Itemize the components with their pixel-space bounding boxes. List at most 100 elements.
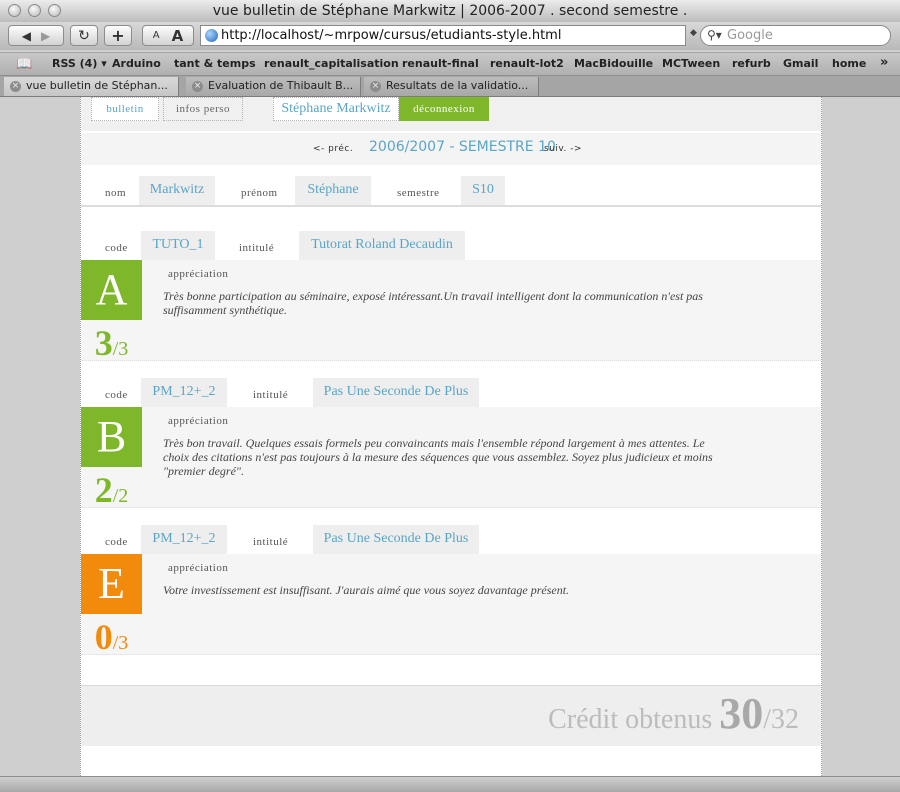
grade-letter: E	[81, 554, 142, 614]
add-bookmark-button[interactable]: +	[104, 25, 132, 46]
bookmark-home[interactable]: home	[832, 57, 866, 70]
bookmarks-overflow-icon[interactable]: »	[880, 55, 888, 70]
grade-letter: A	[81, 260, 142, 320]
bookmark-arduino[interactable]: Arduino	[112, 57, 161, 70]
credit-total: Crédit obtenus 30/32	[548, 688, 799, 739]
close-tab-icon[interactable]: ×	[370, 81, 381, 92]
course-evaluation: A 3/3 appréciation Très bonne participat…	[81, 260, 821, 364]
window-title: vue bulletin de Stéphane Markwitz | 2006…	[212, 3, 688, 19]
search-input[interactable]: ⚲▾ Google	[700, 25, 891, 46]
score-max: /2	[112, 485, 129, 507]
bookmark-macbidouille[interactable]: MacBidouille	[574, 57, 653, 70]
user-name: Stéphane Markwitz	[273, 97, 399, 121]
course-code: TUTO_1	[141, 231, 215, 260]
course-code: PM_12+_2	[141, 378, 227, 407]
appreciation-label: appréciation	[168, 415, 229, 427]
appreciation-text: Très bonne participation au séminaire, e…	[163, 289, 703, 317]
course-title: Pas Une Seconde De Plus	[313, 378, 479, 407]
bookmark-tant-temps[interactable]: tant & temps	[174, 57, 256, 70]
tab-label: Evaluation de Thibault B...	[208, 79, 354, 92]
smaller-text-button[interactable]: A	[153, 30, 160, 41]
tab-label: Resultats de la validatio...	[386, 79, 529, 92]
close-tab-icon[interactable]: ×	[192, 81, 203, 92]
next-semester-link[interactable]: suiv. ->	[544, 144, 582, 154]
tab-resultats[interactable]: × Resultats de la validatio...	[364, 77, 539, 96]
tab-bar: × vue bulletin de Stéphan... × Evaluatio…	[0, 76, 900, 97]
semestre-value: S10	[461, 176, 505, 205]
bookmark-renault-final[interactable]: renault-final	[402, 57, 479, 70]
bookmarks-bar: 📖 RSS (4) ▾ Arduino tant & temps renault…	[0, 52, 900, 76]
back-forward-buttons[interactable]: ◀ ▶	[8, 25, 64, 46]
url-text: http://localhost/~mrpow/cursus/etudiants…	[221, 28, 562, 43]
course-header: code TUTO_1 intitulé Tutorat Roland Deca…	[81, 231, 821, 262]
appreciation-text: Votre investissement est insuffisant. J'…	[163, 583, 570, 597]
reload-button[interactable]: ↻	[70, 25, 98, 46]
intitule-label: intitulé	[253, 536, 289, 548]
previous-semester-link[interactable]: <- préc.	[313, 144, 353, 154]
student-info-row: nom Markwitz prénom Stéphane semestre S1…	[81, 176, 821, 207]
url-field[interactable]: http://localhost/~mrpow/cursus/etudiants…	[200, 25, 686, 46]
score-value: 3	[94, 323, 113, 363]
top-navigation: bulletin infos perso Stéphane Markwitz d…	[81, 97, 821, 131]
period-title: 2006/2007 - SEMESTRE 10	[369, 139, 556, 155]
globe-icon	[205, 29, 218, 42]
course-score: 2/2	[81, 469, 142, 511]
course-score: 3/3	[81, 322, 142, 364]
intitule-label: intitulé	[239, 242, 275, 254]
score-value: 0	[94, 617, 113, 657]
tab-label: vue bulletin de Stéphan...	[26, 79, 168, 92]
plus-icon: +	[111, 26, 125, 45]
course-code: PM_12+_2	[141, 525, 227, 554]
bulletin-link[interactable]: bulletin	[91, 97, 159, 121]
close-tab-icon[interactable]: ×	[10, 81, 21, 92]
bookmark-mctween[interactable]: MCTween	[662, 57, 720, 70]
course-header: code PM_12+_2 intitulé Pas Une Seconde D…	[81, 378, 821, 409]
course-score: 0/3	[81, 616, 142, 658]
course-evaluation: B 2/2 appréciation Très bon travail. Que…	[81, 407, 821, 511]
book-icon[interactable]: 📖	[16, 57, 32, 72]
bookmark-renault-lot2[interactable]: renault-lot2	[490, 57, 564, 70]
course-header: code PM_12+_2 intitulé Pas Une Seconde D…	[81, 525, 821, 556]
forward-arrow-icon[interactable]: ▶	[41, 29, 50, 43]
search-placeholder: Google	[727, 28, 773, 43]
page-content: bulletin infos perso Stéphane Markwitz d…	[80, 97, 822, 776]
appreciation-text: Très bon travail. Quelques essais formel…	[163, 436, 713, 478]
course-evaluation: E 0/3 appréciation Votre investissement …	[81, 554, 821, 658]
back-arrow-icon[interactable]: ◀	[22, 29, 31, 43]
code-label: code	[105, 389, 128, 401]
browser-toolbar: ◀ ▶ ↻ + A A http://localhost/~mrpow/curs…	[0, 22, 900, 50]
course-title: Pas Une Seconde De Plus	[313, 525, 479, 554]
bookmark-rss[interactable]: RSS (4) ▾	[52, 57, 107, 70]
credit-label: Crédit obtenus	[548, 704, 720, 735]
prenom-value: Stéphane	[295, 176, 371, 205]
url-dropdown-icon[interactable]: ◆	[690, 28, 697, 38]
bookmark-refurb[interactable]: refurb	[732, 57, 771, 70]
window-titlebar: vue bulletin de Stéphane Markwitz | 2006…	[0, 0, 900, 23]
larger-text-button[interactable]: A	[172, 27, 184, 45]
reload-icon: ↻	[78, 27, 90, 44]
tab-vue-bulletin[interactable]: × vue bulletin de Stéphan...	[4, 77, 179, 96]
nom-value: Markwitz	[139, 176, 215, 205]
prenom-label: prénom	[241, 187, 278, 199]
code-label: code	[105, 536, 128, 548]
course-title: Tutorat Roland Decaudin	[299, 231, 465, 260]
credit-max: /32	[763, 704, 799, 735]
semestre-label: semestre	[397, 187, 440, 199]
bookmark-gmail[interactable]: Gmail	[783, 57, 818, 70]
text-size-buttons[interactable]: A A	[142, 25, 194, 46]
score-max: /3	[112, 338, 129, 360]
score-value: 2	[94, 470, 113, 510]
appreciation-label: appréciation	[168, 268, 229, 280]
appreciation-label: appréciation	[168, 562, 229, 574]
nom-label: nom	[105, 187, 127, 199]
infos-perso-link[interactable]: infos perso	[163, 97, 243, 121]
credit-value: 30	[719, 689, 764, 738]
window-bottom-bar	[0, 776, 900, 792]
intitule-label: intitulé	[253, 389, 289, 401]
score-max: /3	[112, 632, 129, 654]
credit-summary: Crédit obtenus 30/32	[81, 685, 821, 746]
tab-evaluation[interactable]: × Evaluation de Thibault B...	[186, 77, 361, 96]
logout-button[interactable]: déconnexion	[399, 97, 489, 121]
bookmark-renault-capitalisation[interactable]: renault_capitalisation	[264, 57, 399, 70]
search-icon: ⚲▾	[707, 28, 722, 42]
